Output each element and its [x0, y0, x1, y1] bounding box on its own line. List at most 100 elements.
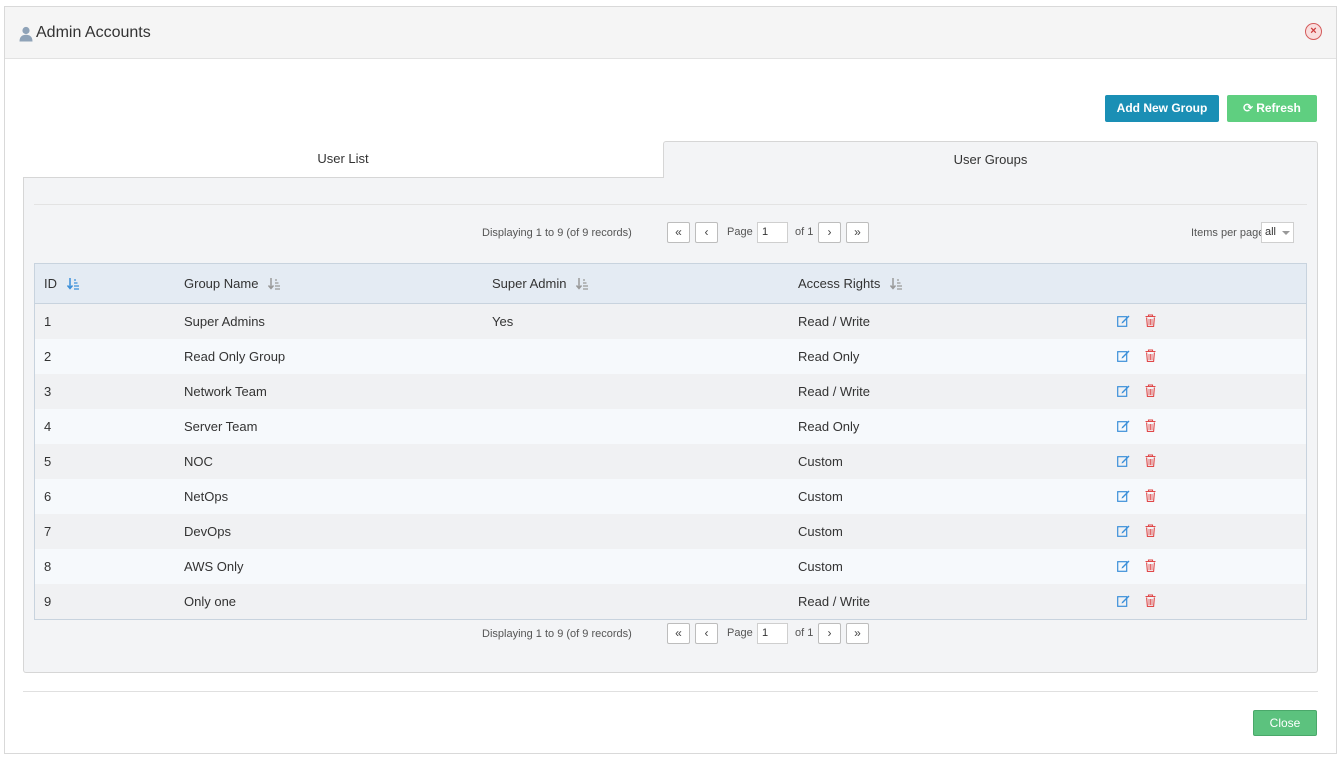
edit-icon[interactable]: [1117, 384, 1130, 397]
dialog-header: Admin Accounts ×: [5, 7, 1336, 59]
edit-icon[interactable]: [1117, 454, 1130, 467]
page-count-label: of 1: [795, 226, 814, 238]
table-row: 2 Read Only Group Read Only: [35, 339, 1306, 374]
column-header-access-rights[interactable]: Access Rights: [798, 276, 903, 291]
trash-icon[interactable]: [1145, 454, 1156, 467]
trash-icon[interactable]: [1145, 349, 1156, 362]
edit-icon[interactable]: [1117, 524, 1130, 537]
column-header-group-name[interactable]: Group Name: [184, 276, 281, 291]
divider: [34, 204, 1307, 205]
edit-icon[interactable]: [1117, 314, 1130, 327]
cell-id: 4: [44, 419, 52, 434]
cell-access-rights: Read Only: [798, 349, 860, 364]
dialog-title: Admin Accounts: [36, 24, 151, 41]
trash-icon[interactable]: [1145, 594, 1156, 607]
items-per-page-select[interactable]: all: [1261, 222, 1294, 243]
table-row: 7 DevOps Custom: [35, 514, 1306, 549]
table-row: 1 Super Admins Yes Read / Write: [35, 304, 1306, 339]
edit-icon[interactable]: [1117, 489, 1130, 502]
column-header-label: Access Rights: [798, 276, 881, 291]
prev-page-button[interactable]: ‹: [695, 623, 718, 644]
column-header-label: Group Name: [184, 276, 259, 291]
cell-id: 1: [44, 314, 52, 329]
page-label: Page: [727, 627, 753, 639]
page-number-input[interactable]: 1: [757, 222, 788, 243]
tab-user-groups[interactable]: User Groups: [663, 141, 1318, 178]
column-header-super-admin[interactable]: Super Admin: [492, 276, 589, 291]
trash-icon[interactable]: [1145, 384, 1156, 397]
chevron-down-icon: [1282, 231, 1290, 235]
trash-icon[interactable]: [1145, 314, 1156, 327]
trash-icon[interactable]: [1145, 419, 1156, 432]
table-header: ID Group Name Super Admin Access Rights: [35, 264, 1306, 304]
next-page-button[interactable]: ›: [818, 222, 841, 243]
footer-divider: [23, 691, 1318, 692]
next-page-button[interactable]: ›: [818, 623, 841, 644]
cell-group-name: Only one: [184, 594, 237, 609]
items-per-page-value: all: [1265, 226, 1277, 238]
prev-page-button[interactable]: ‹: [695, 222, 718, 243]
edit-icon[interactable]: [1117, 594, 1130, 607]
first-page-button[interactable]: «: [667, 222, 690, 243]
cell-access-rights: Custom: [798, 524, 843, 539]
cell-group-name: NOC: [184, 454, 213, 469]
page-count-label: of 1: [795, 627, 814, 639]
cell-group-name: Super Admins: [184, 314, 265, 329]
admin-accounts-dialog: Admin Accounts × Add New Group ⟳ Refresh …: [4, 6, 1337, 754]
column-header-id[interactable]: ID: [44, 276, 80, 291]
cell-group-name: AWS Only: [184, 559, 244, 574]
table-row: 3 Network Team Read / Write: [35, 374, 1306, 409]
table-row: 9 Only one Read / Write: [35, 584, 1306, 619]
cell-access-rights: Read / Write: [798, 384, 871, 399]
edit-icon[interactable]: [1117, 419, 1130, 432]
table-row: 4 Server Team Read Only: [35, 409, 1306, 444]
cell-access-rights: Custom: [798, 454, 843, 469]
cell-access-rights: Custom: [798, 489, 843, 504]
page-number-input[interactable]: 1: [757, 623, 788, 644]
last-page-button[interactable]: »: [846, 222, 869, 243]
edit-icon[interactable]: [1117, 559, 1130, 572]
cell-id: 8: [44, 559, 52, 574]
pager-bottom: Displaying 1 to 9 (of 9 records) « ‹ Pag…: [24, 623, 1317, 647]
close-button[interactable]: Close: [1253, 710, 1317, 736]
trash-icon[interactable]: [1145, 524, 1156, 537]
tab-user-list[interactable]: User List: [23, 141, 663, 178]
trash-icon[interactable]: [1145, 559, 1156, 572]
trash-icon[interactable]: [1145, 489, 1156, 502]
sort-icon: [576, 278, 589, 290]
refresh-icon: ⟳: [1243, 101, 1254, 115]
records-display: Displaying 1 to 9 (of 9 records): [482, 227, 632, 239]
groups-table: ID Group Name Super Admin Access Rights …: [34, 263, 1307, 620]
table-row: 8 AWS Only Custom: [35, 549, 1306, 584]
user-groups-panel: Displaying 1 to 9 (of 9 records) « ‹ Pag…: [23, 178, 1318, 673]
items-per-page-label: Items per page: [1191, 227, 1265, 239]
cell-id: 7: [44, 524, 52, 539]
cell-access-rights: Read Only: [798, 419, 860, 434]
cell-group-name: Network Team: [184, 384, 267, 399]
records-display: Displaying 1 to 9 (of 9 records): [482, 628, 632, 640]
cell-group-name: NetOps: [184, 489, 229, 504]
sort-icon: [890, 278, 902, 290]
cell-id: 9: [44, 594, 52, 609]
edit-icon[interactable]: [1117, 349, 1130, 362]
refresh-label: Refresh: [1256, 101, 1301, 115]
cell-id: 5: [44, 454, 52, 469]
column-header-label: Super Admin: [492, 276, 567, 291]
cell-super-admin: Yes: [492, 314, 514, 329]
user-icon: [19, 26, 33, 42]
cell-group-name: Server Team: [184, 419, 258, 434]
first-page-button[interactable]: «: [667, 623, 690, 644]
page-label: Page: [727, 226, 753, 238]
refresh-button[interactable]: ⟳ Refresh: [1227, 95, 1317, 122]
tabs: User List User Groups: [23, 141, 1318, 178]
sort-icon: [268, 278, 281, 290]
cell-id: 3: [44, 384, 52, 399]
add-new-group-button[interactable]: Add New Group: [1105, 95, 1219, 122]
cell-id: 6: [44, 489, 52, 504]
cell-access-rights: Read / Write: [798, 594, 871, 609]
cell-access-rights: Read / Write: [798, 314, 871, 329]
close-circle-icon[interactable]: ×: [1305, 23, 1322, 40]
cell-id: 2: [44, 349, 52, 364]
last-page-button[interactable]: »: [846, 623, 869, 644]
column-header-label: ID: [44, 276, 57, 291]
